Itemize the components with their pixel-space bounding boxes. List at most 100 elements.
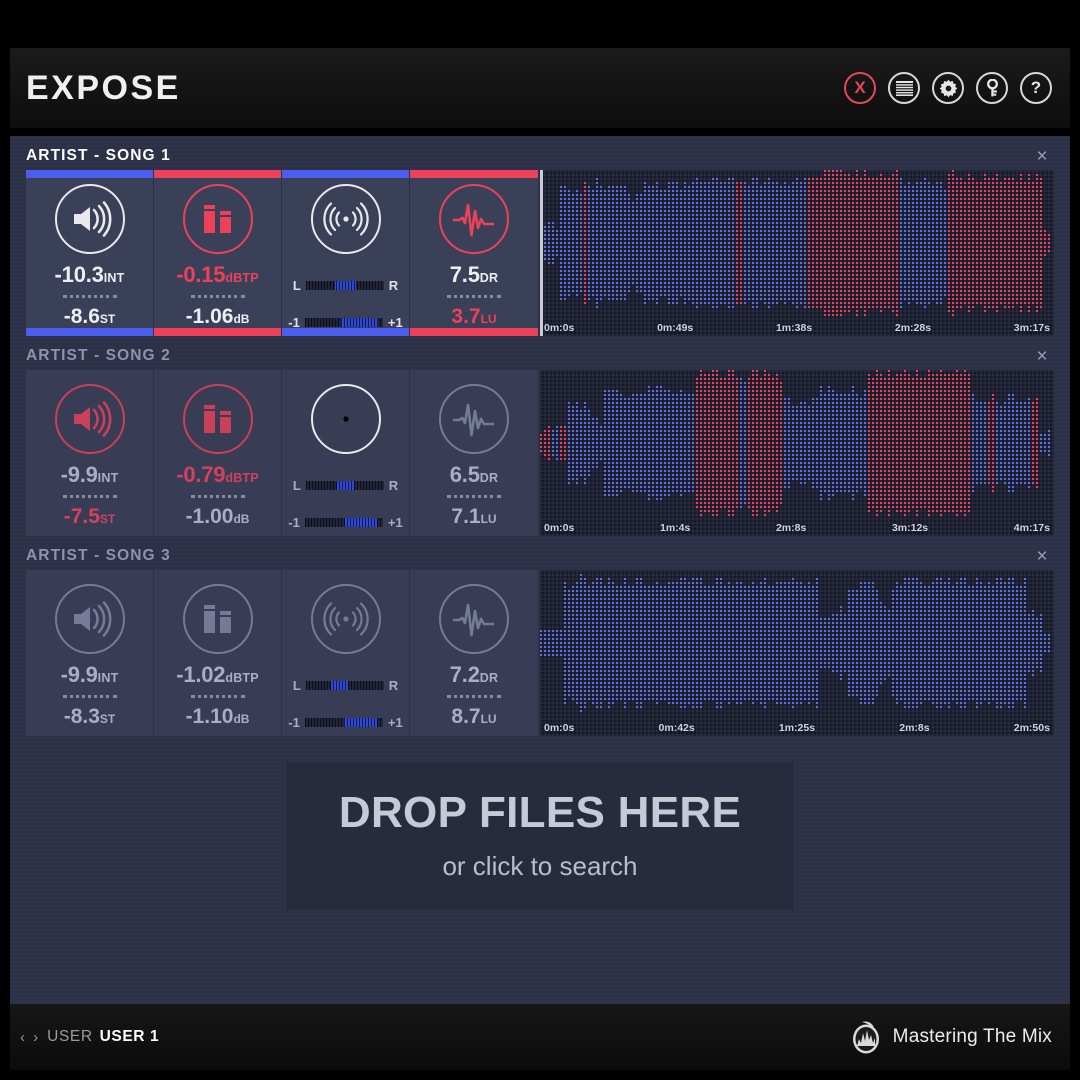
time-tick-label: 1m:4s [659, 522, 691, 534]
card-sub-unit: dB [233, 712, 250, 726]
card-accent-top [154, 170, 281, 178]
song-body: -9.9INT -7.5ST -0.79dBTP -1.00dB L R -1 +1 6.5DR… [26, 370, 1054, 536]
card-main-value: 7.2DR [449, 662, 499, 687]
stereo-balance-meter[interactable]: LR [293, 478, 398, 493]
stereo-icon [310, 584, 381, 654]
waveform-canvas [540, 170, 1054, 336]
time-tick-label: 2m:28s [894, 322, 932, 334]
waveform-display[interactable]: 0m:0s 0m:42s 1m:25s 2m:8s 2m:50s [540, 570, 1054, 736]
card-sub-value: -7.5ST [63, 505, 116, 528]
footer-bar: ‹ › USER USER 1 Mastering The Mix [10, 1004, 1070, 1070]
help-icon[interactable]: ? [1020, 72, 1052, 104]
song-row[interactable]: ARTIST - SONG 2 × -9.9INT -7.5ST -0.79dBTP -1… [10, 336, 1070, 536]
metric-card[interactable]: -9.9INT -8.3ST [26, 570, 154, 736]
card-main-unit: DR [479, 271, 499, 285]
metric-card[interactable]: -0.15dBTP -1.06dB [154, 170, 282, 336]
card-sub-value: 7.1LU [451, 505, 497, 528]
stereo-icon [310, 184, 381, 254]
app-title: EXPOSE [26, 68, 181, 107]
user-selector[interactable]: ‹ › USER USER 1 [20, 1028, 159, 1046]
time-tick-label: 2m:8s [775, 522, 807, 534]
metric-card[interactable]: L R -1 +1 [282, 370, 410, 536]
waveform-time-axis: 0m:0s 0m:49s 1m:38s 2m:28s 3m:17s [540, 322, 1054, 334]
metric-card-group: -9.9INT -8.3ST -1.02dBTP -1.10dB L R -1 +1 7.2DR… [26, 570, 538, 736]
dynamics-icon [439, 184, 509, 254]
waveform-display[interactable]: 0m:0s 1m:4s 2m:8s 3m:12s 4m:17s [540, 370, 1054, 536]
stereo-balance-meter-bar[interactable] [305, 281, 384, 290]
card-sub-unit: LU [480, 712, 497, 726]
time-tick-label: 1m:25s [778, 722, 816, 734]
card-accent-top [410, 170, 538, 178]
gear-icon[interactable] [932, 72, 964, 104]
card-main-value: -10.3INT [54, 262, 125, 287]
stereo-balance-meter[interactable]: LR [293, 678, 398, 693]
card-main-unit: dBTP [225, 271, 259, 285]
card-accent-bottom [154, 328, 281, 336]
metric-card[interactable]: L R -1 +1 [282, 570, 410, 736]
dropzone[interactable]: DROP FILES HERE or click to search [287, 762, 793, 910]
metric-card[interactable]: 7.5DR 3.7LU [410, 170, 538, 336]
time-tick-label: 0m:49s [657, 322, 694, 334]
loudness-icon [54, 384, 125, 454]
card-sub-value: 8.7LU [451, 705, 497, 728]
time-tick-label: 2m:50s [1013, 722, 1050, 734]
metric-card[interactable]: 6.5DR 7.1LU [410, 370, 538, 536]
card-main-unit: DR [479, 671, 499, 685]
card-separator [190, 295, 245, 298]
key-icon[interactable] [976, 72, 1008, 104]
card-sub-unit: ST [99, 512, 116, 526]
metric-card[interactable]: -0.79dBTP -1.00dB [154, 370, 282, 536]
card-separator [447, 295, 501, 298]
card-separator [447, 695, 501, 698]
card-main-value: -1.02dBTP [176, 662, 259, 687]
metric-card[interactable]: 7.2DR 8.7LU [410, 570, 538, 736]
song-close-icon[interactable]: × [1030, 544, 1054, 568]
time-tick-label: 0m:0s [544, 522, 575, 534]
main-panel: ARTIST - SONG 1 × -10.3INT -8.6ST -0.15dBTP -… [10, 136, 1070, 1004]
stereo-correlation-meter-bar[interactable] [304, 518, 383, 527]
time-tick-label: 4m:17s [1013, 522, 1050, 534]
stereo-balance-meter-bar[interactable] [305, 681, 384, 690]
card-sub-unit: LU [480, 312, 497, 326]
dropzone-subtitle: or click to search [442, 850, 638, 881]
song-row[interactable]: ARTIST - SONG 1 × -10.3INT -8.6ST -0.15dBTP -… [10, 136, 1070, 336]
metric-card[interactable]: -10.3INT -8.6ST [26, 170, 154, 336]
card-separator [190, 695, 245, 698]
card-sub-value: -1.10dB [185, 705, 250, 728]
user-nav-arrows[interactable]: ‹ › [20, 1029, 40, 1046]
card-main-unit: INT [97, 671, 119, 685]
card-main-value: 6.5DR [449, 462, 499, 487]
song-close-icon[interactable]: × [1030, 344, 1054, 368]
stereo-balance-meter-fill [335, 281, 356, 290]
song-title: ARTIST - SONG 1 [26, 147, 171, 164]
metric-card[interactable]: L R -1 +1 [282, 170, 410, 336]
metric-card[interactable]: -9.9INT -7.5ST [26, 370, 154, 536]
dynamics-icon [439, 584, 509, 654]
stereo-balance-meter-right-label: R [388, 478, 399, 493]
song-close-icon[interactable]: × [1030, 144, 1054, 168]
stereo-balance-meter-bar[interactable] [305, 481, 384, 490]
metric-card[interactable]: -1.02dBTP -1.10dB [154, 570, 282, 736]
title-bar: EXPOSE X ? [10, 48, 1070, 128]
time-tick-label: 1m:38s [775, 322, 813, 334]
list-icon[interactable] [888, 72, 920, 104]
card-separator [190, 495, 245, 498]
card-main-unit: dBTP [225, 471, 259, 485]
stereo-correlation-meter-bar[interactable] [304, 318, 383, 327]
time-tick-label: 0m:0s [544, 322, 575, 334]
waveform-display[interactable]: 0m:0s 0m:49s 1m:38s 2m:28s 3m:17s [540, 170, 1054, 336]
card-sub-unit: ST [99, 312, 116, 326]
stereo-balance-meter[interactable]: LR [293, 278, 398, 293]
close-icon[interactable]: X [844, 72, 876, 104]
close-icon-glyph: X [854, 78, 866, 97]
song-row[interactable]: ARTIST - SONG 3 × -9.9INT -8.3ST -1.02dBTP -1… [10, 536, 1070, 736]
stereo-correlation-meter[interactable]: -1 +1 [288, 715, 402, 730]
stereo-correlation-meter-bar[interactable] [304, 718, 383, 727]
stereo-balance-meter-left-label: L [292, 678, 301, 693]
stereo-correlation-meter[interactable]: -1 +1 [288, 515, 402, 530]
waveform-start-marker [540, 370, 543, 536]
song-header: ARTIST - SONG 1 × [26, 136, 1054, 170]
mastering-the-mix-logo [852, 1021, 879, 1054]
dynamics-icon [439, 384, 509, 454]
time-tick-label: 0m:0s [544, 722, 575, 734]
